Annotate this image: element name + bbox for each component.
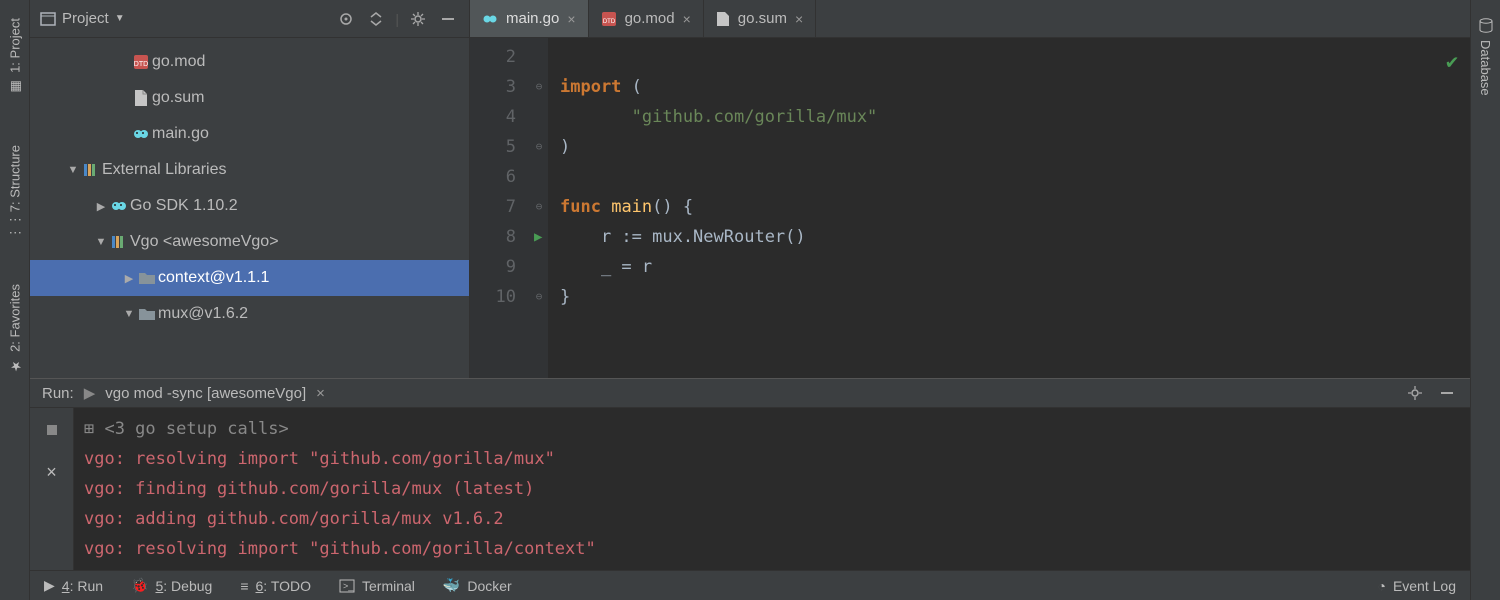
play-icon: ▶	[44, 577, 55, 594]
gear-icon[interactable]	[1404, 382, 1426, 404]
chevron-right-icon: ▶	[94, 200, 108, 213]
fold-column[interactable]: ⊖⊖⊖⊖	[530, 38, 548, 378]
right-tool-strip: Database	[1470, 0, 1500, 600]
terminal-icon: >_	[339, 579, 355, 593]
run-gutter-icon[interactable]: ▶	[534, 222, 542, 252]
project-pane: Project ▼ | DTD go.mod go.sum	[30, 0, 470, 378]
close-icon[interactable]: ×	[40, 460, 64, 484]
rerun-icon[interactable]	[40, 418, 64, 442]
close-icon[interactable]: ×	[316, 385, 325, 402]
status-event-log[interactable]: ◔Event Log	[1377, 578, 1456, 594]
run-command: vgo mod -sync [awesomeVgo]	[105, 385, 306, 402]
check-icon: ✔	[1446, 46, 1458, 76]
tool-tab-project[interactable]: ▦ 1: Project	[3, 8, 27, 105]
console-output[interactable]: ⊞ <3 go setup calls> vgo: resolving impo…	[74, 408, 1470, 570]
close-icon[interactable]: ×	[567, 11, 575, 27]
folder-icon	[136, 306, 158, 322]
close-icon[interactable]: ×	[683, 11, 691, 27]
hide-icon[interactable]	[1436, 382, 1458, 404]
gear-icon[interactable]	[407, 8, 429, 30]
bug-icon: 🐞	[131, 577, 148, 594]
tree-go-sdk[interactable]: ▶ Go SDK 1.10.2	[30, 188, 469, 224]
run-panel: Run: ▶ vgo mod -sync [awesomeVgo] × × ⊞ …	[30, 378, 1470, 570]
tool-tab-structure[interactable]: ⋮⋮ 7: Structure	[3, 135, 27, 244]
play-icon[interactable]: ▶	[84, 384, 96, 402]
go-file-icon	[482, 11, 498, 27]
status-bar: ▶4: Run 🐞5: Debug ≡6: TODO >_Terminal 🐳D…	[30, 570, 1470, 600]
target-icon[interactable]	[335, 8, 357, 30]
run-tool-column: ×	[30, 408, 74, 570]
status-debug[interactable]: 🐞5: Debug	[131, 577, 212, 594]
editor-tab[interactable]: go.sum ×	[704, 0, 816, 37]
favorites-icon: ★	[7, 358, 23, 374]
run-header: Run: ▶ vgo mod -sync [awesomeVgo] ×	[30, 379, 1470, 408]
svg-text:DTD: DTD	[134, 61, 148, 68]
chevron-down-icon: ▼	[115, 13, 125, 24]
window-icon	[40, 11, 56, 27]
go-file-icon	[130, 125, 152, 143]
hide-icon[interactable]	[437, 8, 459, 30]
todo-icon: ≡	[240, 578, 248, 594]
svg-text:DTD: DTD	[602, 19, 615, 25]
tree-vgo-child[interactable]: ▶ context@v1.1.1	[30, 260, 469, 296]
chevron-down-icon: ▼	[66, 164, 80, 176]
collapse-icon[interactable]	[365, 8, 387, 30]
dtd-file-icon: DTD	[601, 11, 617, 27]
code-area[interactable]: import ( "github.com/gorilla/mux")func m…	[548, 38, 1470, 378]
run-title: Run:	[42, 385, 74, 402]
tree-file[interactable]: go.sum	[30, 80, 469, 116]
close-icon[interactable]: ×	[795, 11, 803, 27]
docker-icon: 🐳	[443, 577, 460, 594]
dtd-file-icon: DTD	[130, 53, 152, 71]
status-todo[interactable]: ≡6: TODO	[240, 578, 311, 594]
editor-tab[interactable]: main.go ×	[470, 0, 589, 37]
tree-external-libraries[interactable]: ▼ External Libraries	[30, 152, 469, 188]
project-icon: ▦	[7, 79, 23, 95]
chevron-right-icon: ▶	[122, 272, 136, 285]
svg-text:>_: >_	[343, 581, 354, 591]
editor-tab[interactable]: DTD go.mod ×	[589, 0, 704, 37]
left-tool-strip: ▦ 1: Project ⋮⋮ 7: Structure ★ 2: Favori…	[0, 0, 30, 600]
file-icon	[716, 11, 730, 27]
editor-tabs: main.go × DTD go.mod × go.sum ×	[470, 0, 1470, 38]
project-tree[interactable]: DTD go.mod go.sum main.go ▼ External Lib…	[30, 38, 469, 378]
status-run[interactable]: ▶4: Run	[44, 577, 103, 594]
structure-icon: ⋮⋮	[7, 218, 23, 234]
database-icon	[1478, 18, 1494, 34]
status-docker[interactable]: 🐳Docker	[443, 577, 512, 594]
project-header: Project ▼ |	[30, 0, 469, 38]
event-log-icon: ◔	[1377, 578, 1385, 594]
go-file-icon	[108, 197, 130, 215]
tree-vgo[interactable]: ▼ Vgo <awesomeVgo>	[30, 224, 469, 260]
line-gutter: 2345678910	[470, 38, 530, 378]
tool-tab-favorites[interactable]: ★ 2: Favorites	[3, 274, 27, 384]
editor-pane: main.go × DTD go.mod × go.sum × 23456789…	[470, 0, 1470, 378]
project-title[interactable]: Project ▼	[40, 10, 125, 27]
status-terminal[interactable]: >_Terminal	[339, 578, 415, 594]
chevron-down-icon: ▼	[94, 236, 108, 248]
tree-vgo-child[interactable]: ▼ mux@v1.6.2	[30, 296, 469, 332]
folder-icon	[136, 270, 158, 286]
library-icon	[80, 161, 102, 179]
file-icon	[130, 89, 152, 107]
tree-file[interactable]: DTD go.mod	[30, 44, 469, 80]
library-icon	[108, 233, 130, 251]
tree-file[interactable]: main.go	[30, 116, 469, 152]
tool-tab-database[interactable]: Database	[1474, 8, 1498, 106]
chevron-down-icon: ▼	[122, 308, 136, 320]
code-editor[interactable]: 2345678910 ⊖⊖⊖⊖ import ( "github.com/gor…	[470, 38, 1470, 378]
